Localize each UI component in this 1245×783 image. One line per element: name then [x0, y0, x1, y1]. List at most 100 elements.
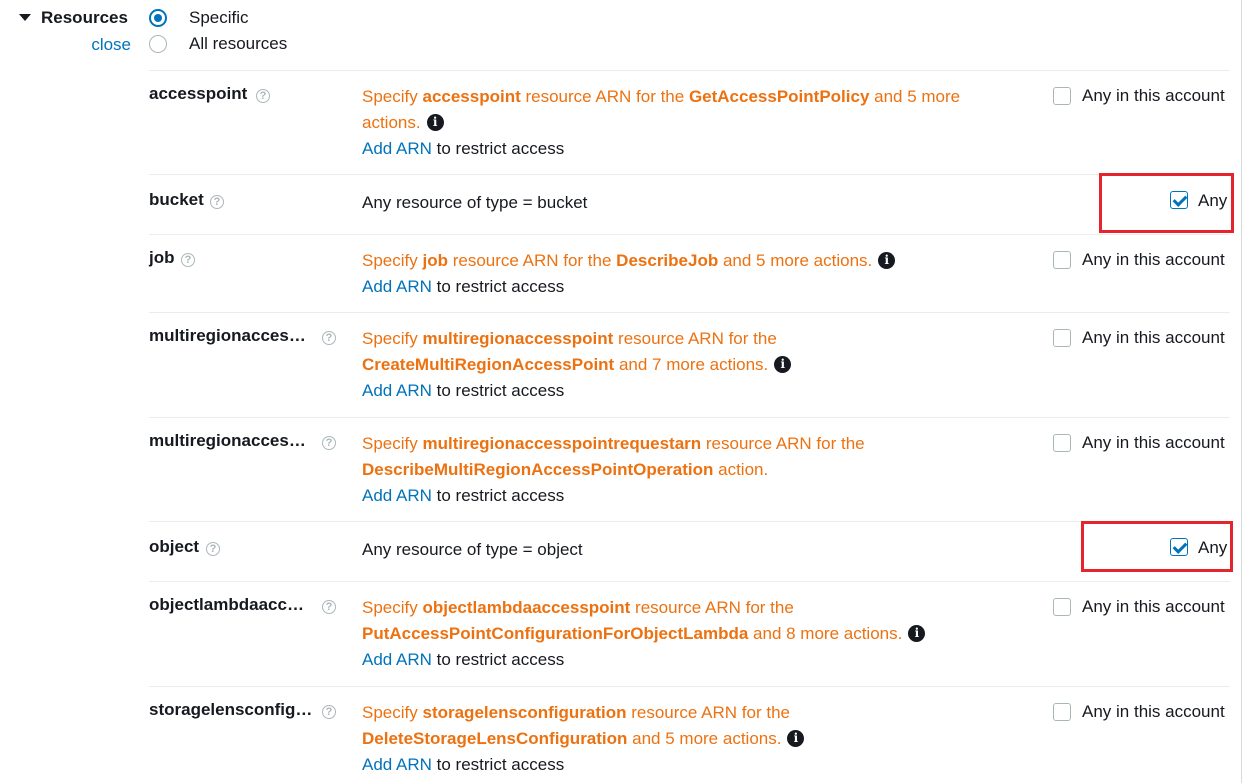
add-arn-link[interactable]: Add ARN	[362, 650, 432, 669]
any-in-account-checkbox[interactable]	[1053, 598, 1071, 616]
desc-text: action.	[713, 460, 769, 479]
caret-down-icon[interactable]	[19, 14, 31, 21]
help-icon[interactable]: ?	[322, 600, 336, 614]
any-in-account-checkbox[interactable]	[1053, 703, 1071, 721]
desc-text: resource ARN for the	[630, 598, 794, 617]
add-arn-link[interactable]: Add ARN	[362, 755, 432, 774]
row-divider	[149, 312, 1230, 313]
resource-name: job	[149, 248, 175, 267]
info-icon[interactable]: i	[908, 624, 926, 642]
resource-description: Specify multiregionaccesspointrequestarn…	[362, 431, 922, 509]
desc-text: Specify	[362, 598, 423, 617]
add-arn-line: Add ARN to restrict access	[362, 136, 1002, 162]
desc-text: and 8 more actions.	[748, 624, 903, 643]
restrict-text: to restrict access	[431, 139, 565, 158]
resource-name: accesspoint	[149, 84, 248, 103]
restrict-text: to restrict access	[431, 755, 565, 774]
row-divider	[149, 686, 1230, 687]
desc-action: PutAccessPointConfigurationForObjectLamb…	[362, 624, 749, 643]
resource-name: objectlambdaacc…	[149, 595, 304, 614]
desc-text: resource ARN for the	[626, 703, 790, 722]
desc-resource: multiregionaccesspointrequestarn	[422, 434, 702, 453]
resource-description: Specify multiregionaccesspoint resource …	[362, 326, 832, 404]
help-icon[interactable]: ?	[322, 705, 336, 719]
any-in-account-checkbox[interactable]	[1053, 329, 1071, 347]
any-in-account-label[interactable]: Any in this account	[1082, 250, 1225, 270]
resource-name: object	[149, 537, 200, 556]
resource-name: multiregionacces…	[149, 431, 306, 450]
resource-description: Any resource of type = object	[362, 540, 583, 559]
desc-text: Specify	[362, 251, 423, 270]
add-arn-link[interactable]: Add ARN	[362, 139, 432, 158]
desc-text: resource ARN for the	[701, 434, 865, 453]
desc-text: and 5 more actions.	[718, 251, 873, 270]
restrict-text: to restrict access	[431, 277, 565, 296]
resources-title[interactable]: Resources	[41, 8, 128, 28]
desc-text: and 7 more actions.	[614, 355, 769, 374]
desc-action: CreateMultiRegionAccessPoint	[362, 355, 615, 374]
desc-resource: job	[422, 251, 448, 270]
desc-resource: objectlambdaaccesspoint	[422, 598, 631, 617]
desc-text: resource ARN for the	[613, 329, 777, 348]
any-in-account-checkbox[interactable]	[1053, 434, 1071, 452]
desc-text: Specify	[362, 703, 423, 722]
row-divider	[149, 174, 1230, 175]
add-arn-link[interactable]: Add ARN	[362, 381, 432, 400]
row-divider	[149, 521, 1230, 522]
resource-description: Specify storagelensconfiguration resourc…	[362, 700, 832, 778]
row-divider	[149, 581, 1230, 582]
desc-text: resource ARN for the	[520, 87, 689, 106]
any-in-account-label[interactable]: Any in this account	[1082, 86, 1225, 106]
highlight-box	[1081, 521, 1233, 572]
radio-specific-label[interactable]: Specific	[189, 8, 249, 28]
any-in-account-label[interactable]: Any in this account	[1082, 328, 1225, 348]
add-arn-link[interactable]: Add ARN	[362, 277, 432, 296]
desc-action: DescribeJob	[616, 251, 719, 270]
help-icon[interactable]: ?	[210, 195, 224, 209]
highlight-box	[1099, 173, 1234, 233]
add-arn-line: Add ARN to restrict access	[362, 274, 1002, 300]
row-divider	[149, 417, 1230, 418]
info-icon[interactable]: i	[878, 251, 896, 269]
resource-name: storagelensconfig…	[149, 700, 313, 719]
resource-description: Any resource of type = bucket	[362, 193, 588, 212]
any-in-account-label[interactable]: Any in this account	[1082, 702, 1225, 722]
desc-text: Specify	[362, 87, 423, 106]
help-icon[interactable]: ?	[322, 436, 336, 450]
desc-resource: storagelensconfiguration	[422, 703, 627, 722]
resource-description: Specify job resource ARN for the Describ…	[362, 248, 1002, 300]
help-icon[interactable]: ?	[322, 331, 336, 345]
resources-section: Resources close Specific All resources a…	[0, 0, 1245, 783]
radio-all-resources-label[interactable]: All resources	[189, 34, 287, 54]
row-divider	[149, 70, 1230, 71]
row-divider	[149, 234, 1230, 235]
desc-action: DescribeMultiRegionAccessPointOperation	[362, 460, 714, 479]
desc-text: and 5 more actions.	[627, 729, 782, 748]
close-link[interactable]: close	[91, 35, 131, 55]
resource-name: multiregionacces…	[149, 326, 306, 345]
help-icon[interactable]: ?	[256, 89, 270, 103]
any-in-account-checkbox[interactable]	[1053, 87, 1071, 105]
any-in-account-label[interactable]: Any in this account	[1082, 597, 1225, 617]
radio-all-resources[interactable]	[149, 35, 167, 53]
restrict-text: to restrict access	[431, 486, 565, 505]
add-arn-line: Add ARN to restrict access	[362, 483, 922, 509]
desc-action: DeleteStorageLensConfiguration	[362, 729, 628, 748]
desc-text: Specify	[362, 329, 423, 348]
help-icon[interactable]: ?	[206, 542, 220, 556]
resource-description: Specify objectlambdaaccesspoint resource…	[362, 595, 972, 673]
info-icon[interactable]: i	[774, 355, 792, 373]
desc-resource: accesspoint	[422, 87, 521, 106]
panel-edge	[1241, 0, 1242, 783]
info-icon[interactable]: i	[426, 113, 444, 131]
desc-text: resource ARN for the	[447, 251, 617, 270]
add-arn-link[interactable]: Add ARN	[362, 486, 432, 505]
info-icon[interactable]: i	[787, 729, 805, 747]
desc-resource: multiregionaccesspoint	[422, 329, 614, 348]
any-in-account-checkbox[interactable]	[1053, 251, 1071, 269]
radio-specific[interactable]	[149, 9, 167, 27]
any-in-account-label[interactable]: Any in this account	[1082, 433, 1225, 453]
resource-name: bucket	[149, 190, 204, 209]
restrict-text: to restrict access	[431, 381, 565, 400]
help-icon[interactable]: ?	[181, 253, 195, 267]
